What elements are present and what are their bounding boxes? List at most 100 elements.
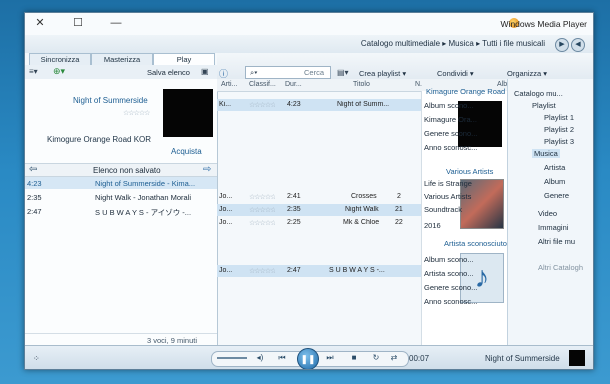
column-artist[interactable]: Arti... [221, 81, 237, 88]
stop-button[interactable]: ■ [347, 352, 361, 364]
nav-pictures[interactable]: Immagini [538, 223, 568, 232]
library-toolbar: ⓘ Cerca ⌕▾ ▤▾ Crea playlist ▾ Condividi … [217, 53, 593, 80]
track-title: Mk & Chloe [343, 219, 380, 226]
view-options-icon[interactable]: ▤▾ [337, 68, 349, 77]
album-genre: Genere scono... [424, 283, 478, 292]
forward-button[interactable]: ▶ [555, 38, 569, 52]
track-rating[interactable]: ☆☆☆☆☆ [249, 101, 275, 109]
now-playing-artist: Kimogure Orange Road KOR [47, 135, 152, 144]
track-rating[interactable]: ☆☆☆☆☆ [249, 267, 275, 275]
nav-video[interactable]: Video [538, 209, 557, 218]
list-item-title: S U B W A Y S - アイゾウ -... [95, 208, 192, 217]
nav-artist[interactable]: Artista [544, 163, 565, 172]
next-button[interactable]: ⏭ [323, 352, 337, 364]
previous-button[interactable]: ⏮ [275, 352, 289, 364]
save-list-label[interactable]: Salva elenco [147, 68, 190, 77]
nav-playlists[interactable]: Playlist [532, 101, 556, 110]
list-item[interactable]: 4:23 Night of Summerside - Kima... [25, 177, 217, 189]
media-player-window: ✕ ☐ — Windows Media Player Catalogo mult… [24, 12, 594, 370]
share-menu[interactable]: Condividi ▾ [437, 69, 474, 78]
search-placeholder: Cerca [304, 68, 325, 77]
minimize-button[interactable]: — [109, 16, 123, 30]
table-row[interactable]: Ki... ☆☆☆☆☆ 4:23 Night of Summ... [217, 99, 421, 111]
list-item-title: Night of Summerside - Kima... [95, 179, 196, 188]
table-row[interactable]: Jo... ☆☆☆☆☆ 2:25 Mk & Chloe 22 [217, 217, 421, 229]
nav-album[interactable]: Album [544, 177, 565, 186]
column-duration[interactable]: Dur... [285, 81, 302, 88]
maximize-button[interactable]: ☐ [71, 16, 85, 30]
switch-view-icon[interactable]: ⁘ [33, 354, 40, 363]
column-rating[interactable]: Classif... [249, 81, 276, 88]
back-arrow-icon[interactable]: ⇦ [29, 164, 37, 175]
album-name: Album scono... [424, 101, 474, 110]
navigation-bar: Catalogo multimediale ▸ Musica ▸ Tutti i… [25, 35, 593, 53]
track-list: Ki... ☆☆☆☆☆ 4:23 Night of Summ... Jo... … [217, 91, 421, 345]
list-options-icon[interactable]: ≡▾ [29, 67, 38, 76]
album-group-header[interactable]: Various Artists [446, 167, 493, 176]
nav-other-media[interactable]: Altri file mu [538, 237, 575, 246]
track-title: S U B W A Y S -... [329, 267, 385, 274]
breadcrumb[interactable]: Catalogo multimediale ▸ Musica ▸ Tutti i… [361, 39, 545, 48]
track-artist: Jo... [219, 206, 233, 213]
album-group-header[interactable]: Artista sconosciuto [444, 239, 507, 248]
nav-playlist-1[interactable]: Playlist 1 [544, 113, 574, 122]
table-row[interactable]: Jo... ☆☆☆☆☆ 2:47 S U B W A Y S -... [217, 265, 421, 277]
track-duration: 2:41 [287, 193, 301, 200]
nav-playlist-3[interactable]: Playlist 3 [544, 137, 574, 146]
track-rating[interactable]: ☆☆☆☆☆ [249, 206, 275, 214]
track-title: Night of Summ... [337, 101, 390, 108]
organize-menu[interactable]: Organizza ▾ [507, 69, 547, 78]
search-input[interactable]: Cerca ⌕▾ [245, 66, 331, 79]
now-playing-title[interactable]: Night of Summerside [73, 96, 148, 105]
volume-slider[interactable] [217, 357, 247, 359]
back-button[interactable]: ◀ [571, 38, 585, 52]
album-year: Anno sconosc... [424, 297, 478, 306]
shuffle-icon[interactable]: ⇄ [387, 352, 401, 364]
playlist-summary: 3 voci, 9 minuti [147, 336, 198, 345]
track-number: 2 [397, 193, 401, 200]
album-year: Anno sconosc... [424, 143, 478, 152]
nav-genre[interactable]: Genere [544, 191, 569, 200]
track-number: 22 [395, 219, 403, 226]
track-title: Night Walk [345, 206, 379, 213]
album-name: Album scono... [424, 255, 474, 264]
list-item[interactable]: 2:47 S U B W A Y S - アイゾウ -... [25, 205, 217, 217]
library-navigation: Catalogo mu... Playlist Playlist 1 Playl… [507, 79, 593, 345]
tab-strip: Play Masterizza Sincronizza [25, 53, 217, 66]
rating-stars[interactable]: ☆☆☆☆☆ [123, 109, 150, 117]
album-year: 2016 [424, 221, 441, 230]
pause-button[interactable]: ❚❚ [297, 348, 319, 369]
album-artist: Kimagure Ora... [424, 115, 477, 124]
save-icon[interactable]: ▣ [201, 67, 209, 76]
close-button[interactable]: ✕ [33, 16, 47, 30]
album-genre: Soundtrack [424, 205, 462, 214]
playlist-title: Elenco non salvato [93, 166, 161, 175]
table-row[interactable]: Jo... ☆☆☆☆☆ 2:35 Night Walk 21 [217, 204, 421, 216]
nav-playlist-2[interactable]: Playlist 2 [544, 125, 574, 134]
buy-link[interactable]: Acquista [171, 147, 202, 156]
mute-icon[interactable]: ◂) [253, 352, 267, 364]
add-icon[interactable]: ⊕▾ [53, 66, 65, 77]
track-title: Crosses [351, 193, 377, 200]
track-rating[interactable]: ☆☆☆☆☆ [249, 219, 275, 227]
track-rating[interactable]: ☆☆☆☆☆ [249, 193, 275, 201]
create-playlist-menu[interactable]: Crea playlist ▾ [359, 69, 406, 78]
forward-arrow-icon[interactable]: ⇨ [203, 164, 211, 175]
nav-other-libraries[interactable]: Altri Catalogh [538, 263, 583, 272]
list-item[interactable]: 2:35 Night Walk - Jonathan Morali [25, 191, 217, 203]
track-duration: 4:23 [287, 101, 301, 108]
table-row[interactable]: Jo... ☆☆☆☆☆ 2:41 Crosses 2 [217, 191, 421, 203]
elapsed-time: 00:07 [409, 354, 430, 363]
column-number[interactable]: N. [415, 81, 422, 88]
status-now-playing: Night of Summerside [485, 354, 560, 363]
list-item-title: Night Walk - Jonathan Morali [95, 193, 192, 202]
playlist-toolbar: ≡▾ ⊕▾ Salva elenco ▣ [25, 65, 217, 80]
mini-album-art[interactable] [569, 350, 585, 366]
column-title[interactable]: Titolo [353, 81, 370, 88]
playlist-header: ⇦ Elenco non salvato ⇨ [25, 163, 217, 177]
now-playing-pane: Night of Summerside ☆☆☆☆☆ Kimogure Orang… [25, 79, 218, 345]
nav-library[interactable]: Catalogo mu... [514, 89, 563, 98]
repeat-icon[interactable]: ↻ [369, 352, 383, 364]
window-title: Windows Media Player [500, 19, 587, 29]
nav-music[interactable]: Musica [532, 149, 560, 158]
